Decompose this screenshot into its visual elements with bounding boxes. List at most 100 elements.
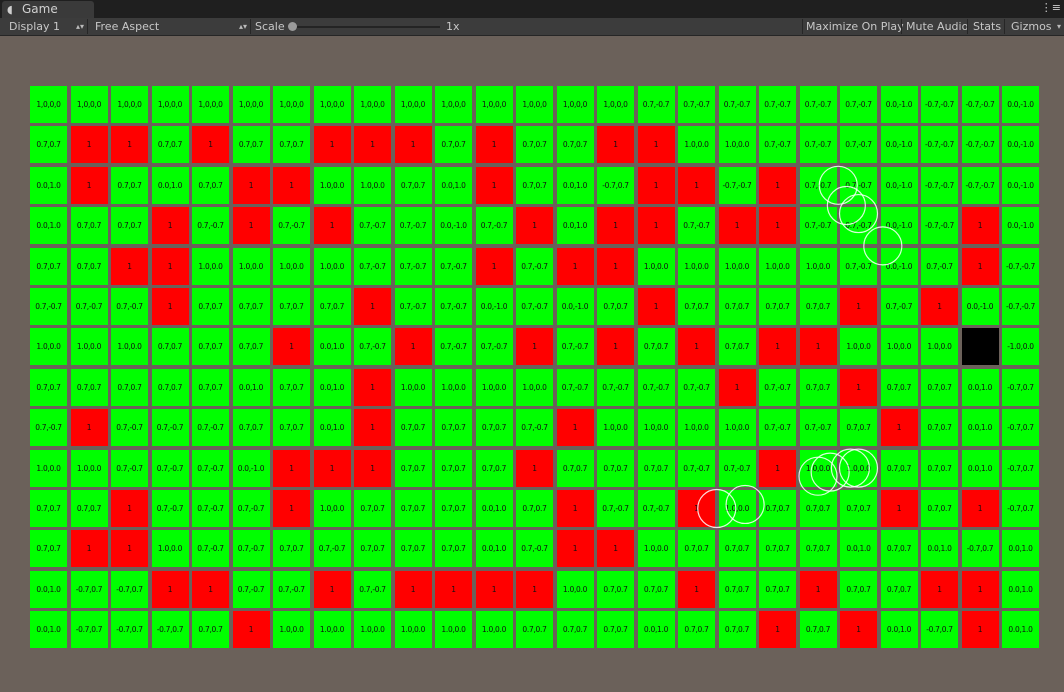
aspect-dropdown[interactable]: Free Aspect ▴▾ [88, 18, 249, 35]
vector-cell: 0.7,0.7 [921, 409, 958, 447]
vector-cell: 1.0,0.0 [354, 611, 391, 649]
vector-cell: 0.7,-0.7 [192, 530, 229, 568]
vector-cell: 0.7,-0.7 [921, 247, 958, 285]
hazard-cell: 1 [354, 126, 391, 164]
hazard-cell: 1 [597, 530, 634, 568]
vector-cell: -0.7,0.7 [1002, 449, 1039, 487]
vector-cell: 0.7,0.7 [30, 489, 67, 527]
vector-cell: 0.7,-0.7 [597, 368, 634, 406]
vector-cell: 0.7,-0.7 [354, 328, 391, 366]
vector-cell: 0.0,1.0 [556, 166, 594, 204]
hazard-cell: 1 [516, 570, 553, 608]
vector-cell: 0.7,-0.7 [192, 449, 229, 487]
vector-cell: 0.7,-0.7 [475, 328, 513, 366]
vector-cell: 0.7,-0.7 [759, 409, 796, 447]
vector-cell: 1.0,0.0 [678, 247, 715, 285]
toolbar-divider [901, 19, 902, 34]
vector-cell: -0.7,0.7 [111, 570, 148, 608]
hazard-cell: 1 [70, 409, 108, 447]
vector-cell: 1.0,0.0 [192, 247, 229, 285]
vector-cell: 1,0,0,0 [475, 86, 513, 123]
vector-cell: 0.7,-0.7 [192, 409, 229, 447]
vector-cell: 0.7,0.7 [273, 126, 310, 164]
vector-cell: 0.0,1.0 [961, 409, 999, 447]
vector-cell: 0.7,-0.7 [70, 287, 108, 325]
hazard-cell: 1 [313, 126, 351, 164]
game-tab[interactable]: ◖ Game [2, 1, 94, 18]
hazard-cell: 1 [313, 207, 351, 245]
stats-toggle[interactable]: Stats [973, 18, 1001, 35]
hazard-cell: 1 [475, 247, 513, 285]
vector-cell: 0.0,-1.0 [1002, 126, 1039, 164]
vector-cell: -0.7,0.7 [961, 530, 999, 568]
hazard-cell: 1 [232, 611, 270, 649]
vector-cell: 1.0,0.0 [475, 611, 513, 649]
vector-cell: 0.7,0.7 [516, 611, 553, 649]
vector-cell: 1.0,0.0 [718, 409, 756, 447]
vector-cell: 0.0,1.0 [961, 368, 999, 406]
vector-cell: 0.0,1.0 [637, 611, 675, 649]
vector-cell: 0.7,0.7 [921, 489, 958, 527]
toolbar-divider [1004, 19, 1005, 34]
display-dropdown[interactable]: Display 1 ▴▾ [0, 18, 86, 35]
vector-cell: 1.0,0.0 [111, 328, 148, 366]
maximize-on-play-toggle[interactable]: Maximize On Play [806, 18, 904, 35]
vector-cell: 1.0,0.0 [30, 449, 67, 487]
vector-cell: 0.7,0.7 [192, 287, 229, 325]
vector-cell: 0.7,-0.7 [678, 368, 715, 406]
vector-cell: 0.7,0.7 [232, 409, 270, 447]
vector-cell: 0.7,-0.7 [354, 570, 391, 608]
vector-cell: 0.7,0.7 [232, 287, 270, 325]
mute-audio-toggle[interactable]: Mute Audio [906, 18, 968, 35]
vector-cell: 0.7,-0.7 [637, 86, 675, 123]
vector-cell: 0.7,-0.7 [516, 530, 553, 568]
vector-cell: 0.7,-0.7 [718, 86, 756, 123]
vector-cell: 0.7,0.7 [435, 489, 472, 527]
vector-cell: 1,0,0,0 [354, 86, 391, 123]
game-tab-label: Game [22, 2, 58, 16]
vector-cell: 0.0,-1.0 [961, 287, 999, 325]
gizmos-dropdown[interactable]: Gizmos ▾ [1008, 18, 1064, 35]
vector-cell: 0.7,0.7 [354, 530, 391, 568]
scale-slider-track[interactable] [292, 26, 440, 28]
vector-cell: 1.0,0.0 [678, 409, 715, 447]
vector-cell: 1.0,0.0 [516, 368, 553, 406]
scale-slider-thumb[interactable] [288, 22, 297, 31]
hazard-cell: 1 [678, 489, 715, 527]
vector-cell: 0.7,0.7 [718, 530, 756, 568]
unity-icon: ◖ [7, 3, 13, 16]
vector-cell: 0.7,0.7 [637, 328, 675, 366]
vector-cell: 0.7,0.7 [151, 368, 189, 406]
vector-cell: 1,0,0,0 [232, 86, 270, 123]
vector-cell: 0.0,-1.0 [232, 449, 270, 487]
hazard-cell: 1 [597, 328, 634, 366]
vector-cell: 0.7,0.7 [799, 530, 837, 568]
vector-cell: 0.0,1.0 [313, 328, 351, 366]
vector-cell: 1.0,0.0 [313, 611, 351, 649]
vector-cell: 0.7,0.7 [597, 611, 634, 649]
vector-cell: 0.7,-0.7 [840, 207, 877, 245]
hazard-cell: 1 [70, 530, 108, 568]
vector-cell: 0.0,1.0 [313, 409, 351, 447]
hazard-cell: 1 [759, 611, 796, 649]
vector-cell: 1.0,0.0 [273, 247, 310, 285]
hazard-cell: 1 [354, 287, 391, 325]
vector-cell: 1,0,0,0 [70, 86, 108, 123]
hazard-cell: 1 [799, 328, 837, 366]
vector-cell: 0.7,0.7 [556, 449, 594, 487]
window-menu-icon[interactable]: ⋮≡ [1041, 0, 1061, 16]
vector-cell: 0.7,0.7 [759, 287, 796, 325]
vector-cell: 0.7,-0.7 [192, 489, 229, 527]
hazard-cell: 1 [273, 328, 310, 366]
vector-cell: 0.7,0.7 [516, 489, 553, 527]
vector-cell: 0.7,-0.7 [799, 207, 837, 245]
vector-cell: 1.0,0.0 [273, 611, 310, 649]
scale-label: Scale [255, 20, 285, 33]
vector-cell: 1.0,0.0 [151, 530, 189, 568]
vector-cell: 0.7,-0.7 [840, 86, 877, 123]
vector-cell: 1.0,0.0 [840, 328, 877, 366]
vector-cell: -0.7,-0.7 [921, 166, 958, 204]
vector-cell: 0.7,0.7 [840, 409, 877, 447]
hazard-cell: 1 [961, 570, 999, 608]
hazard-cell: 1 [556, 247, 594, 285]
